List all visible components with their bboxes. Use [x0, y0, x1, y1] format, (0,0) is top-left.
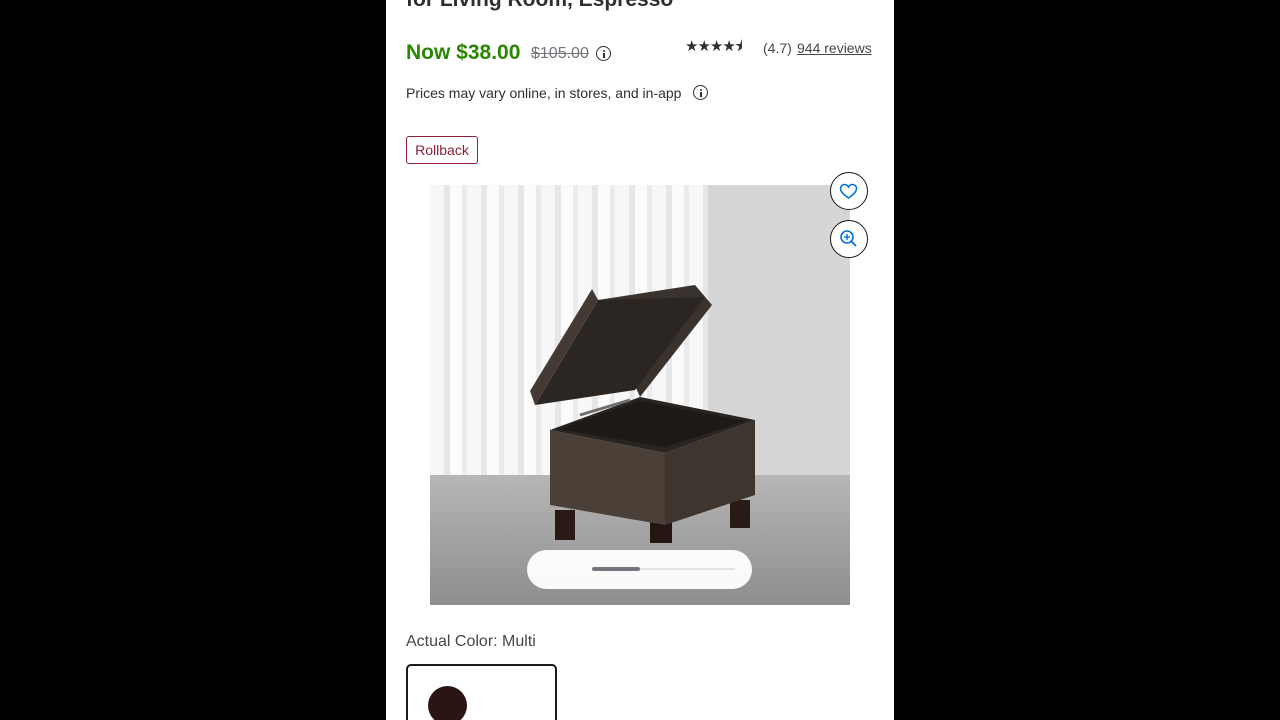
color-swatch-option[interactable]	[406, 664, 557, 720]
rollback-badge: Rollback	[406, 136, 478, 164]
zoom-button[interactable]	[830, 220, 868, 258]
actual-color-label: Actual Color: Multi	[406, 633, 536, 650]
color-swatch-dot	[428, 686, 467, 720]
was-price: $105.00	[531, 45, 589, 62]
rating-stars: ★★★★⯨	[685, 38, 743, 55]
storage-ottoman-illustration	[530, 285, 755, 543]
product-title: for Living Room, Espresso	[406, 0, 673, 14]
gallery-scroll-indicator[interactable]	[527, 550, 752, 589]
reviews-link[interactable]: 944 reviews	[797, 39, 872, 57]
scroll-thumb[interactable]	[592, 567, 640, 571]
info-icon[interactable]	[596, 46, 611, 61]
info-icon[interactable]	[693, 85, 708, 100]
favorite-button[interactable]	[830, 172, 868, 210]
price-variance-note: Prices may vary online, in stores, and i…	[406, 85, 682, 101]
current-price: Now $38.00	[406, 41, 521, 64]
product-image[interactable]	[430, 185, 850, 605]
product-page: for Living Room, Espresso Now $38.00 $10…	[386, 0, 894, 720]
rating-value: (4.7)	[763, 40, 792, 56]
zoom-in-icon	[840, 230, 857, 247]
heart-icon	[839, 183, 858, 199]
